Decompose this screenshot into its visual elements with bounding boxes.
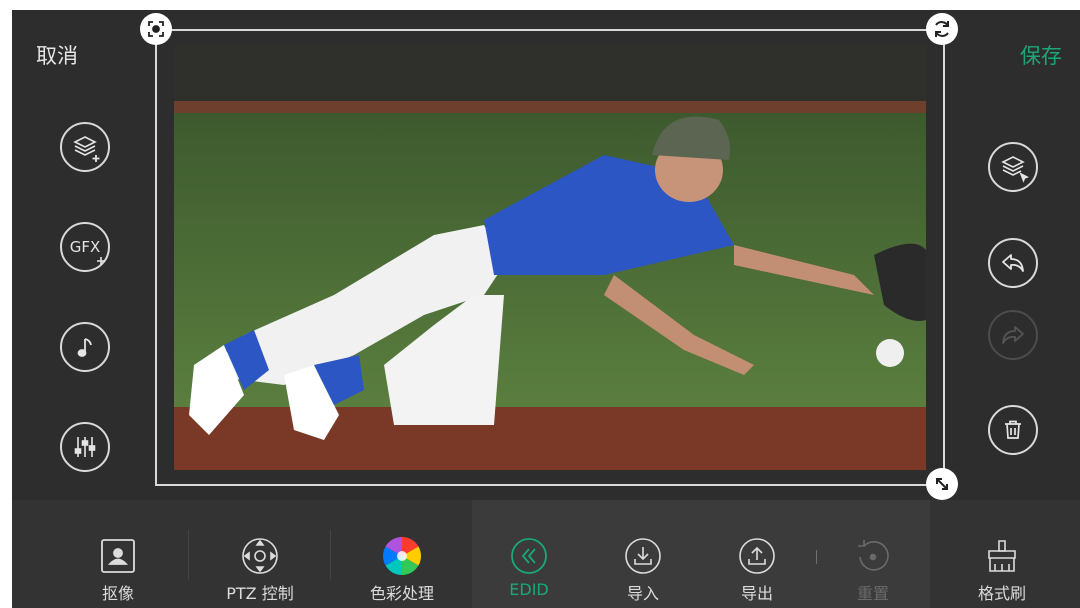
focus-lock-handle[interactable] [140,13,172,45]
trash-icon [1005,420,1021,439]
preview-image [174,45,926,470]
music-button[interactable] [60,322,110,372]
save-button[interactable]: 保存 [1020,40,1062,70]
video-preview[interactable] [174,45,926,470]
format-brush-icon [988,540,1016,572]
tool-label: 抠像 [101,584,134,603]
add-gfx-button[interactable]: GFX [60,222,110,272]
resize-handle[interactable] [926,468,958,500]
toolbar-divider [188,530,189,580]
tool-ptz-control[interactable]: PTZ 控制 [200,500,320,608]
select-layer-icon [1001,156,1029,183]
toolbar-divider [330,530,331,580]
add-layer-button[interactable] [60,122,110,172]
tool-label: 导出 [740,584,773,603]
gfx-icon: GFX [69,238,101,256]
tool-edid[interactable]: EDID [474,500,584,608]
undo-button[interactable] [988,238,1038,288]
music-note-icon [77,338,92,357]
editor-window: 取消 保存 GFX 抠像 PTZ 控制 色彩处理 EDID 导入 导出 重置 格… [12,10,1080,608]
import-icon [625,538,661,574]
reset-icon [858,540,889,571]
color-wheel-icon [383,537,421,575]
rotate-handle[interactable] [926,13,958,45]
undo-icon [1002,254,1024,272]
tool-label: 格式刷 [977,584,1026,603]
tool-reset[interactable]: 重置 [818,500,928,608]
select-layer-button[interactable] [988,142,1038,192]
equalizer-sliders-icon [74,437,96,457]
tool-label: EDID [509,580,549,599]
delete-button[interactable] [988,405,1038,455]
tool-label: 导入 [626,584,659,603]
tool-format-brush[interactable]: 格式刷 [942,500,1062,608]
ptz-joystick-icon [242,538,278,574]
tool-color-processing[interactable]: 色彩处理 [342,500,462,608]
resize-icon [936,478,948,490]
add-layer-icon [73,136,100,162]
tool-import[interactable]: 导入 [588,500,698,608]
redo-button[interactable] [988,310,1038,360]
rotate-icon [935,21,949,37]
tool-export[interactable]: 导出 [702,500,812,608]
plus-icon [97,257,105,265]
toolbar-divider [816,550,817,564]
cancel-button[interactable]: 取消 [36,40,78,70]
tool-label: 重置 [856,584,889,603]
redo-icon [1002,326,1024,344]
portrait-matting-icon [101,539,135,573]
tool-matting[interactable]: 抠像 [58,500,178,608]
tool-label: PTZ 控制 [226,584,294,603]
double-chevron-left-icon [511,538,547,574]
equalizer-button[interactable] [60,422,110,472]
export-icon [739,538,775,574]
tool-label: 色彩处理 [369,584,434,603]
focus-lock-icon [148,21,164,37]
bottom-toolbar: 抠像 PTZ 控制 色彩处理 EDID 导入 导出 重置 格式刷 [12,500,1080,608]
